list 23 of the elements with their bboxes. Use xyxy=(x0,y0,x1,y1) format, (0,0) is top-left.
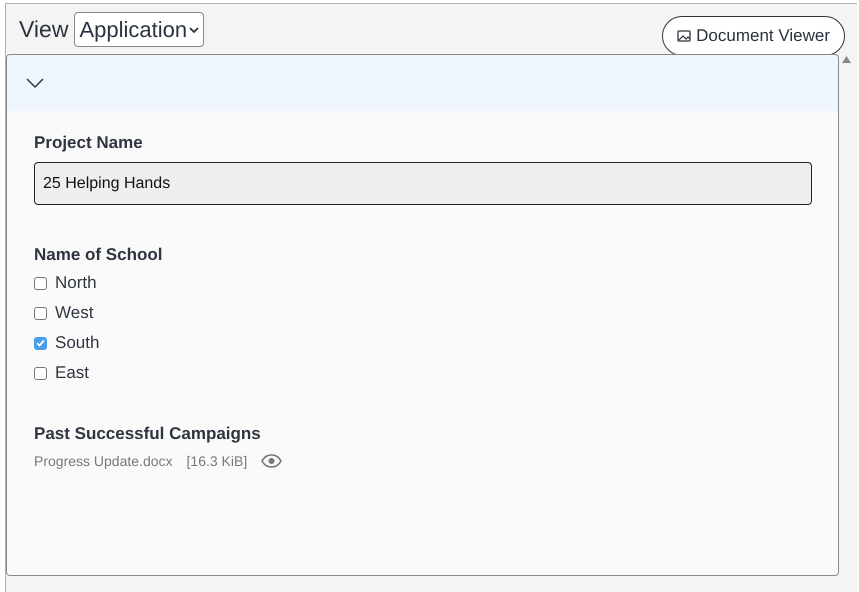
collapse-toggle[interactable] xyxy=(7,55,838,111)
document-viewer-button[interactable]: Document Viewer xyxy=(662,16,845,56)
checkbox[interactable] xyxy=(34,336,47,350)
scroll-up-icon[interactable] xyxy=(842,56,850,63)
option-label: South xyxy=(55,333,100,353)
file-name: Progress Update.docx xyxy=(34,453,173,469)
option-label: East xyxy=(55,363,90,383)
checkbox[interactable] xyxy=(34,276,47,290)
checkbox[interactable] xyxy=(34,306,47,320)
field-label: Name of School xyxy=(34,245,164,265)
option-label: West xyxy=(55,303,94,323)
view-select[interactable]: Application xyxy=(74,12,204,47)
eye-icon[interactable] xyxy=(261,454,282,468)
input-field[interactable]: 25 Helping Hands xyxy=(34,162,812,205)
image-icon xyxy=(677,30,692,42)
caret-icon xyxy=(189,26,200,34)
view-label: View xyxy=(19,16,68,43)
option-label: North xyxy=(55,273,97,293)
chevron-down-icon xyxy=(25,77,45,89)
file-size: [16.3 KiB] xyxy=(186,453,248,469)
field-label: Project Name xyxy=(34,133,144,153)
checkbox[interactable] xyxy=(34,366,47,380)
field-label: Past Successful Campaigns xyxy=(34,424,262,444)
